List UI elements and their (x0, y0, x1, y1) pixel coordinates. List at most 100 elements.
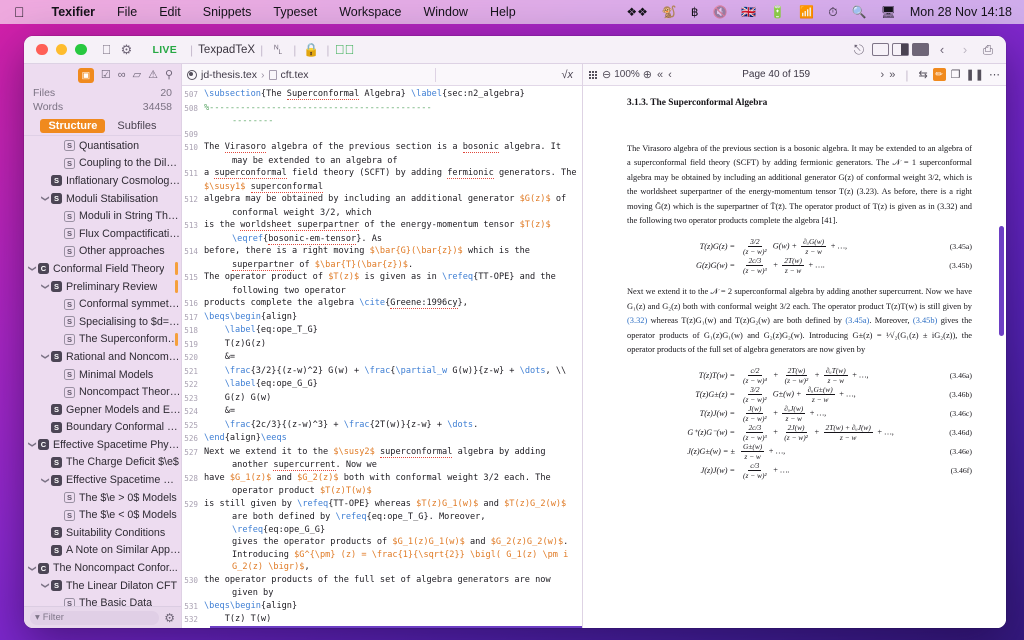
tree-item[interactable]: SMinimal Models (24, 366, 181, 384)
tree-item[interactable]: SSuitability Conditions (24, 524, 181, 542)
tree-item[interactable]: SThe $\e > 0$ Models (24, 489, 181, 507)
check-circle-icon[interactable]: ✓⃝ (334, 40, 354, 60)
tab-subfiles[interactable]: Subfiles (109, 119, 164, 133)
code-line[interactable]: another supercurrent. Now we (182, 459, 582, 472)
chevron-down-icon[interactable]: ❯ (41, 193, 50, 204)
sqrt-x-icon[interactable]: √x (561, 69, 577, 81)
tree-item[interactable]: SBoundary Conformal Fi... (24, 419, 181, 437)
code-line[interactable]: 516products complete the algebra \cite{G… (182, 297, 582, 311)
tree-item[interactable]: ❯SModuli Stabilisation (24, 190, 181, 208)
typeset-settings-icon[interactable]: ␤ (268, 40, 288, 60)
live-typeset-badge[interactable]: LIVE (137, 44, 186, 56)
code-line[interactable]: Introducing $G^{\pm} (z) = \frac{1}{\sqr… (182, 549, 582, 562)
code-line[interactable]: 514before, there is a right moving $\bar… (182, 245, 582, 259)
menu-workspace[interactable]: Workspace (328, 5, 412, 19)
tree-item[interactable]: SOther approaches (24, 243, 181, 261)
forward-icon[interactable]: › (955, 40, 975, 60)
lock-icon[interactable]: 🔒 (301, 40, 321, 60)
cross-reference-link[interactable]: (3.45b) (913, 316, 937, 325)
wifi-icon[interactable]: 📶 (799, 6, 814, 18)
share-icon[interactable]: ⎋ (849, 40, 869, 60)
thumbnail-grid-icon[interactable] (589, 71, 597, 79)
code-line[interactable]: -------- (182, 115, 582, 128)
code-line[interactable]: 509 (182, 128, 582, 142)
code-line[interactable]: 518 \label{eq:ope_T_G} (182, 324, 582, 338)
tree-item[interactable]: SNoncompact Theories (24, 383, 181, 401)
code-line[interactable]: 511a superconformal field theory (SCFT) … (182, 167, 582, 181)
code-line[interactable]: conformal weight 3/2, which (182, 207, 582, 220)
code-line[interactable]: following two operator (182, 285, 582, 298)
code-line[interactable]: 520 &= (182, 351, 582, 365)
time-machine-icon[interactable]: ⏱ (828, 6, 837, 18)
code-line[interactable]: 513is the worldsheet superpartner of the… (182, 219, 582, 233)
pdf-scrollbar-thumb[interactable] (999, 226, 1004, 336)
tree-item[interactable]: SGepner Models and Exa... (24, 401, 181, 419)
code-line[interactable]: \eqref{bosonic-em-tensor}. As (182, 233, 582, 246)
dropbox-icon[interactable]: ❖❖ (626, 6, 648, 18)
tree-item[interactable]: ❯CThe Noncompact Confor... (24, 559, 181, 577)
code-line[interactable]: 519 T(z)G(z) (182, 338, 582, 352)
code-line[interactable]: 525 \frac{2c/3}{(z-w)^3} + \frac{2T(w)}{… (182, 419, 582, 433)
duplicate-icon[interactable]: ❐ (951, 68, 961, 81)
tree-item[interactable]: SCoupling to the Dilato... (24, 155, 181, 173)
code-line[interactable]: 512algebra may be obtained by including … (182, 193, 582, 207)
sync-source-icon[interactable]: ⇆ (918, 68, 927, 81)
tree-item[interactable]: SThe Basic Data (24, 594, 181, 606)
back-icon[interactable]: ‹ (932, 40, 952, 60)
code-line[interactable]: 530the operator products of the full set… (182, 574, 582, 588)
code-line[interactable]: may be extended to an algebra of (182, 155, 582, 168)
menu-file[interactable]: File (106, 5, 148, 19)
more-options-icon[interactable]: ⋯ (989, 68, 1000, 81)
annotate-icon[interactable]: ✏ (933, 68, 946, 81)
layout-editor-only-button[interactable] (872, 43, 889, 56)
gear-icon[interactable]: ⚙ (164, 611, 175, 625)
chevron-down-icon[interactable]: ❯ (28, 439, 37, 450)
menu-snippets[interactable]: Snippets (192, 5, 263, 19)
menu-edit[interactable]: Edit (148, 5, 192, 19)
evernote-icon[interactable]: 🐒 (662, 6, 677, 18)
tree-item[interactable]: SQuantisation (24, 137, 181, 155)
code-line[interactable]: 523 G(z) G(w) (182, 392, 582, 406)
cross-reference-link[interactable]: (3.45a) (845, 316, 869, 325)
menu-texifier[interactable]: Texifier (41, 5, 107, 19)
cross-reference-link[interactable]: (3.32) (627, 316, 647, 325)
gear-icon[interactable]: ⚙ (117, 40, 137, 60)
code-line[interactable]: 528have $G_1(z)$ and $G_2(z)$ both with … (182, 472, 582, 486)
code-line[interactable]: 532 T(z) T(w) (182, 613, 582, 627)
search-tool[interactable]: ⚲ (165, 70, 173, 81)
tree-item[interactable]: SSpecialising to $d=2... (24, 313, 181, 331)
minimize-button[interactable] (56, 44, 68, 56)
code-line[interactable]: 515The operator product of $T(z)$ is giv… (182, 271, 582, 285)
tree-item[interactable]: SThe Charge Deficit $\e$ (24, 454, 181, 472)
battery-icon[interactable]: 🔋 (770, 6, 785, 18)
code-line[interactable]: 526\end{align}\eeqs (182, 432, 582, 446)
next-page-button[interactable]: › (881, 69, 885, 81)
menu-bar-clock[interactable]: Mon 28 Nov 14:18 (910, 5, 1012, 19)
tree-item[interactable]: SThe Superconformal... (24, 331, 181, 349)
pdf-scrollbar[interactable] (1000, 86, 1005, 628)
chevron-down-icon[interactable]: ❯ (28, 563, 37, 574)
chevron-down-icon[interactable]: ❯ (41, 475, 50, 486)
last-page-button[interactable]: » (889, 69, 895, 81)
tree-item[interactable]: SConformal symmetry ... (24, 295, 181, 313)
layout-preview-only-button[interactable] (912, 43, 929, 56)
code-line[interactable]: 529is still given by \refeq{TT-OPE} wher… (182, 498, 582, 512)
tree-item[interactable]: ❯CConformal Field Theory (24, 260, 181, 278)
first-page-button[interactable]: « (657, 69, 663, 81)
layout-split-button[interactable] (892, 43, 909, 56)
tree-item[interactable]: ❯SThe Linear Dilaton CFT (24, 577, 181, 595)
keyboard-flag-uk-icon[interactable]: 🇬🇧 (741, 6, 756, 18)
filter-input[interactable]: ▾ Filter (30, 611, 159, 625)
breadcrumb-item-file[interactable]: cft.tex (269, 69, 309, 81)
tree-item[interactable]: SA Note on Similar Appr... (24, 542, 181, 560)
code-line[interactable]: given by (182, 587, 582, 600)
volume-muted-icon[interactable]: 🔇 (712, 6, 727, 18)
code-text-area[interactable]: 507\subsection{The Superconformal Algebr… (182, 86, 582, 628)
code-line[interactable]: 527Next we extend it to the $\susy2$ sup… (182, 446, 582, 460)
code-line[interactable]: $\susy1$ superconformal (182, 181, 582, 194)
apple-logo-icon[interactable]:  (14, 5, 25, 19)
prev-page-button[interactable]: ‹ (668, 69, 672, 81)
zoom-in-icon[interactable]: ⊕ (643, 68, 652, 81)
tree-item[interactable]: SModuli in String Theory (24, 207, 181, 225)
tree-item[interactable]: ❯CEffective Spacetime Physi... (24, 436, 181, 454)
